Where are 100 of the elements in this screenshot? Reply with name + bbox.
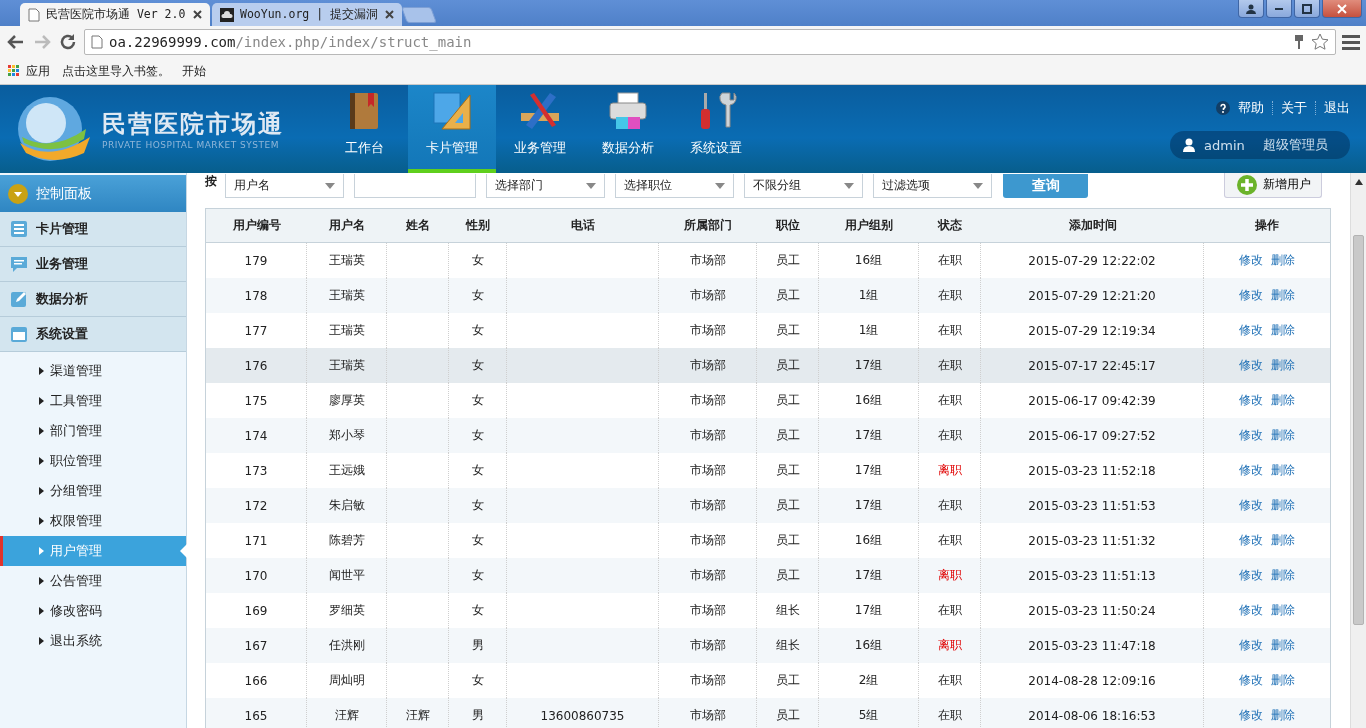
header-link[interactable]: 关于 <box>1281 99 1307 117</box>
user-button[interactable] <box>1238 0 1264 18</box>
action-link[interactable]: 删除 <box>1271 602 1295 619</box>
table-cell: 王瑞英 <box>328 287 365 304</box>
action-link[interactable]: 删除 <box>1271 392 1295 409</box>
table-cell: 2015-03-23 11:52:18 <box>1028 463 1156 478</box>
reload-icon[interactable] <box>58 32 78 52</box>
sidebar-item[interactable]: 分组管理 <box>0 476 186 506</box>
table-cell: 17组 <box>854 462 883 479</box>
filter-select[interactable]: 不限分组 <box>744 174 863 198</box>
close-icon[interactable] <box>193 10 202 19</box>
table-cell: 178 <box>244 288 268 303</box>
table-cell: 166 <box>244 673 268 688</box>
sidebar-section[interactable]: 卡片管理 <box>0 212 186 247</box>
table-cell: 女 <box>471 357 484 374</box>
table-cell: 16组 <box>854 637 883 654</box>
action-link[interactable]: 修改 <box>1239 427 1263 444</box>
nav-tab[interactable]: 业务管理 <box>496 85 584 173</box>
sidebar-section[interactable]: 业务管理 <box>0 247 186 282</box>
action-link[interactable]: 修改 <box>1239 567 1263 584</box>
browser-tab[interactable]: WooYun.org | 提交漏洞 <box>212 3 402 26</box>
bookmark-link[interactable]: 应用 <box>26 62 50 80</box>
browser-tab[interactable]: 民营医院市场通 Ver 2.0. <box>20 3 210 26</box>
table-cell: 廖厚英 <box>328 392 365 409</box>
bookmark-link[interactable]: 点击这里导入书签。 <box>62 62 170 80</box>
action-link[interactable]: 修改 <box>1239 532 1263 549</box>
close-button[interactable] <box>1322 0 1362 18</box>
table-row[interactable]: 172 朱启敏 女 市场部 员工 17组 在职 2015-03-23 11:51:53 修改 删除 <box>206 488 1330 523</box>
sidebar-item[interactable]: 渠道管理 <box>0 356 186 386</box>
filter-label: 按 <box>205 173 217 190</box>
action-link[interactable]: 修改 <box>1239 392 1263 409</box>
nav-tab[interactable]: 数据分析 <box>584 85 672 173</box>
table-cell: 周灿明 <box>328 672 365 689</box>
sidebar-item[interactable]: 职位管理 <box>0 446 186 476</box>
star-icon[interactable] <box>1311 33 1329 51</box>
action-link[interactable]: 删除 <box>1271 672 1295 689</box>
action-link[interactable]: 删除 <box>1271 567 1295 584</box>
maximize-button[interactable] <box>1294 0 1320 18</box>
menu-icon[interactable] <box>1342 34 1360 50</box>
header-link[interactable]: 退出 <box>1324 99 1350 117</box>
table-cell: 员工 <box>775 567 800 584</box>
action-link[interactable]: 删除 <box>1271 497 1295 514</box>
action-link[interactable]: 修改 <box>1239 462 1263 479</box>
table-cell: 13600860735 <box>540 708 625 723</box>
filter-select[interactable]: 过滤选项 <box>873 174 992 198</box>
search-field[interactable] <box>354 174 476 198</box>
address-bar[interactable]: oa.22969999.com/index.php/index/struct_main <box>84 29 1336 55</box>
sidebar-item[interactable]: 权限管理 <box>0 506 186 536</box>
table-cell: 165 <box>244 708 268 723</box>
action-link[interactable]: 删除 <box>1271 357 1295 374</box>
action-link[interactable]: 删除 <box>1271 462 1295 479</box>
table-row[interactable]: 165 汪辉 汪辉 男 13600860735 市场部 员工 5组 在职 2014-08-06 18:16:53 修改 删除 <box>206 698 1330 728</box>
search-select[interactable]: 用户名 <box>225 174 344 198</box>
filter-select[interactable]: 选择职位 <box>615 174 734 198</box>
nav-tab[interactable]: 卡片管理 <box>408 85 496 173</box>
sidebar-item[interactable]: 公告管理 <box>0 566 186 596</box>
nav-tab[interactable]: 系统设置 <box>672 85 760 173</box>
action-link[interactable]: 修改 <box>1239 287 1263 304</box>
table-row[interactable]: 174 郑小琴 女 市场部 员工 17组 在职 2015-06-17 09:27:52 修改 删除 <box>206 418 1330 453</box>
action-link[interactable]: 删除 <box>1271 532 1295 549</box>
sidebar-section[interactable]: 系统设置 <box>0 317 186 352</box>
bookmark-link[interactable]: 开始 <box>182 62 206 80</box>
table-cell: 2015-07-29 12:22:02 <box>1028 253 1156 268</box>
minimize-button[interactable] <box>1266 0 1292 18</box>
table-row[interactable]: 178 王瑞英 女 市场部 员工 1组 在职 2015-07-29 12:21:20 修改 删除 <box>206 278 1330 313</box>
table-cell: 员工 <box>775 252 800 269</box>
action-link[interactable]: 删除 <box>1271 322 1295 339</box>
nav-tab[interactable]: 工作台 <box>320 85 408 173</box>
action-link[interactable]: 修改 <box>1239 497 1263 514</box>
table-cell: 市场部 <box>689 532 726 549</box>
add-user-button[interactable]: 新增用户 <box>1224 173 1322 198</box>
user-icon <box>1182 138 1196 152</box>
caret-icon <box>715 182 725 189</box>
sidebar-item[interactable]: 工具管理 <box>0 386 186 416</box>
close-icon[interactable] <box>385 10 394 19</box>
sidebar-section[interactable]: 数据分析 <box>0 282 186 317</box>
action-link[interactable]: 修改 <box>1239 602 1263 619</box>
caret-icon <box>586 182 596 189</box>
action-link[interactable]: 删除 <box>1271 427 1295 444</box>
scrollbar[interactable] <box>1350 173 1366 728</box>
action-link[interactable]: 删除 <box>1271 637 1295 654</box>
action-link[interactable]: 修改 <box>1239 252 1263 269</box>
table-row[interactable]: 170 闻世平 女 市场部 员工 17组 离职 2015-03-23 11:51:13 修改 删除 <box>206 558 1330 593</box>
action-link[interactable]: 修改 <box>1239 637 1263 654</box>
action-link[interactable]: 修改 <box>1239 672 1263 689</box>
action-link[interactable]: 修改 <box>1239 322 1263 339</box>
table-row[interactable]: 167 任洪刚 男 市场部 组长 16组 离职 2015-03-23 11:47:18 修改 删除 <box>206 628 1330 663</box>
action-link[interactable]: 修改 <box>1239 707 1263 724</box>
header-link[interactable]: 帮助 <box>1238 99 1264 117</box>
table-cell: 员工 <box>775 322 800 339</box>
sidebar-item[interactable]: 部门管理 <box>0 416 186 446</box>
filter-select[interactable]: 选择部门 <box>486 174 605 198</box>
action-link[interactable]: 删除 <box>1271 707 1295 724</box>
sidebar-item[interactable]: 修改密码 <box>0 596 186 626</box>
action-link[interactable]: 删除 <box>1271 287 1295 304</box>
table-cell: 女 <box>471 462 484 479</box>
table-row[interactable]: 176 王瑞英 女 市场部 员工 17组 在职 2015-07-17 22:45:17 修改 删除 <box>206 348 1330 383</box>
action-link[interactable]: 删除 <box>1271 252 1295 269</box>
sidebar-item[interactable]: 退出系统 <box>0 626 186 656</box>
action-link[interactable]: 修改 <box>1239 357 1263 374</box>
